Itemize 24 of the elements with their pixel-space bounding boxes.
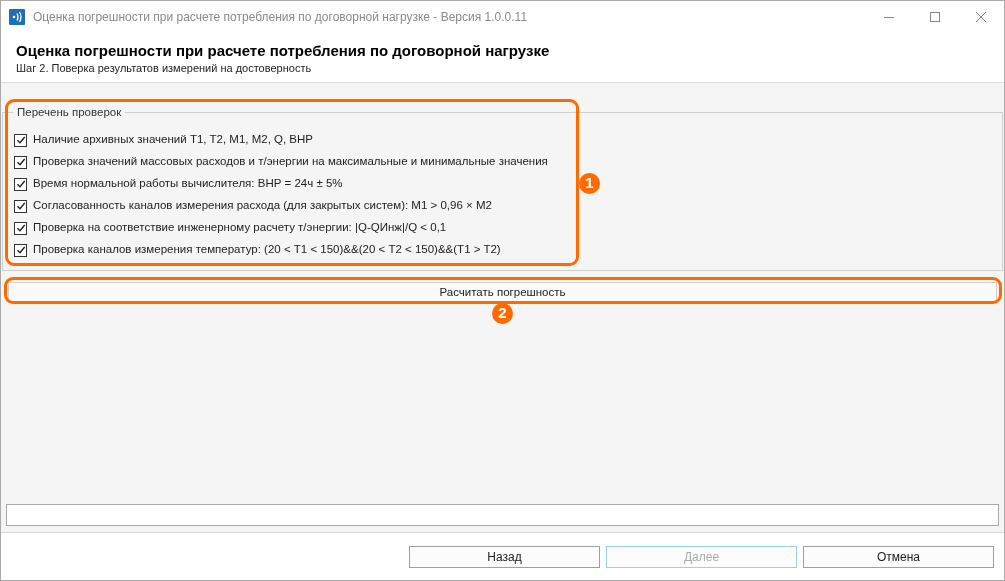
app-logo-icon bbox=[9, 8, 25, 25]
dialog-button[interactable]: Назад bbox=[409, 545, 600, 568]
checkbox-label: Время нормальной работы вычислителя: ВНР = 24ч ± 5% bbox=[33, 176, 343, 192]
callout-badge: 2 bbox=[492, 303, 513, 324]
checkbox[interactable] bbox=[14, 221, 27, 235]
checkbox-label: Проверка каналов измерения температур: (20 < T1 < 150)&&(20 < T2 < 150)&&(T1 > T2) bbox=[33, 242, 501, 258]
checkbox[interactable] bbox=[14, 177, 27, 191]
checkbox[interactable] bbox=[14, 155, 27, 169]
checkbox[interactable] bbox=[14, 199, 27, 213]
checkbox[interactable] bbox=[14, 243, 27, 257]
checkbox-label: Согласованность каналов измерения расхода (для закрытых систем): M1 > 0,96 × M2 bbox=[33, 198, 492, 214]
callout-badge: 1 bbox=[579, 173, 600, 194]
checkbox-label: Проверка на соответствие инженерному расчету т/энергии: |Q-QИнж|/Q < 0,1 bbox=[33, 220, 447, 236]
group-title: Перечень проверок bbox=[13, 105, 126, 119]
calculate-button[interactable]: Расчитать погрешность bbox=[8, 282, 997, 304]
dialog-button[interactable]: Отмена bbox=[803, 545, 994, 568]
maximize-icon bbox=[930, 11, 940, 22]
checkbox[interactable] bbox=[14, 133, 27, 147]
checkbox-label: Проверка значений массовых расходов и т/энергии на максимальные и минимальные значения bbox=[33, 154, 548, 170]
checkbox-label: Наличие архивных значений T1, T2, M1, M2, Q, ВНР bbox=[33, 132, 314, 148]
page-title: Оценка погрешности при расчете потребления по договорной нагрузке bbox=[16, 41, 551, 61]
close-icon bbox=[976, 11, 986, 22]
window-title: Оценка погрешности при расчете потребления по договорной нагрузке - Версия 1.0.0.11 bbox=[33, 8, 528, 26]
page-subtitle: Шаг 2. Поверка результатов измерений на достоверность bbox=[16, 61, 313, 75]
